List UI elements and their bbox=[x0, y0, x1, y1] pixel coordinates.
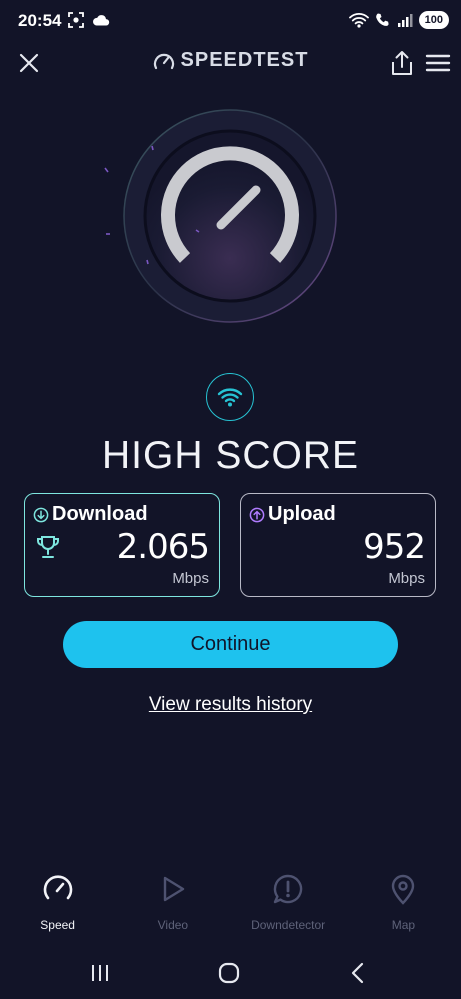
wifi-icon bbox=[217, 388, 243, 407]
location-pin-icon bbox=[392, 874, 415, 905]
speedtest-result-screen: 20:54 100 SPEEDTEST HIGH SCORE Download … bbox=[0, 0, 461, 999]
download-unit: Mbps bbox=[172, 570, 209, 587]
nav-label-downdetector: Downdetector bbox=[251, 918, 326, 932]
wifi-status-icon bbox=[348, 13, 369, 28]
wifi-calling-icon bbox=[375, 13, 389, 26]
cloud-icon bbox=[93, 15, 110, 26]
trophy-icon bbox=[37, 536, 59, 558]
gauge-icon bbox=[43, 875, 72, 900]
result-headline: HIGH SCORE bbox=[101, 434, 360, 477]
nav-item-speed[interactable]: Speed bbox=[0, 872, 115, 942]
screenshot-icon bbox=[68, 12, 84, 28]
view-results-history-link[interactable]: View results history bbox=[0, 694, 461, 716]
recent-apps-icon bbox=[92, 965, 108, 981]
nav-label-map: Map bbox=[391, 918, 416, 932]
system-navigation-bar bbox=[0, 950, 461, 995]
speedometer-logo-icon bbox=[153, 53, 174, 69]
battery-indicator: 100 bbox=[418, 11, 449, 29]
status-bar: 20:54 100 bbox=[0, 0, 461, 40]
download-label: Download bbox=[52, 503, 148, 525]
upload-result-card: Upload 952 Mbps bbox=[240, 493, 436, 597]
bottom-navigation: Speed Video Downdetector Map bbox=[0, 872, 461, 942]
nav-item-downdetector[interactable]: Downdetector bbox=[231, 872, 346, 942]
share-button[interactable] bbox=[389, 49, 415, 77]
connection-type-badge bbox=[206, 373, 254, 421]
back-button[interactable] bbox=[343, 960, 373, 986]
upload-label: Upload bbox=[268, 503, 336, 525]
hamburger-menu-icon bbox=[425, 54, 451, 72]
share-icon bbox=[392, 51, 412, 75]
alert-icon bbox=[273, 874, 303, 904]
nav-item-video[interactable]: Video bbox=[115, 872, 230, 942]
play-icon bbox=[163, 876, 185, 902]
back-icon bbox=[351, 962, 364, 984]
nav-label-video: Video bbox=[157, 918, 189, 932]
speed-gauge bbox=[104, 109, 337, 323]
upload-arrow-icon bbox=[249, 507, 265, 522]
home-button[interactable] bbox=[214, 960, 244, 986]
continue-button[interactable]: Continue bbox=[63, 621, 398, 668]
brand-name: SPEEDTEST bbox=[180, 49, 309, 71]
download-speed-value: 2.065 bbox=[116, 527, 210, 567]
signal-icon bbox=[397, 14, 413, 27]
recent-apps-button[interactable] bbox=[85, 960, 115, 986]
download-result-card: Download 2.065 Mbps bbox=[24, 493, 220, 597]
nav-label-speed: Speed bbox=[40, 918, 75, 932]
menu-button[interactable] bbox=[425, 50, 451, 76]
nav-item-map[interactable]: Map bbox=[346, 872, 461, 942]
upload-speed-value: 952 bbox=[363, 527, 426, 567]
app-bar: SPEEDTEST bbox=[0, 40, 461, 84]
download-arrow-icon bbox=[33, 507, 49, 522]
home-icon bbox=[218, 962, 240, 984]
upload-unit: Mbps bbox=[388, 570, 425, 587]
status-time: 20:54 bbox=[18, 11, 62, 30]
